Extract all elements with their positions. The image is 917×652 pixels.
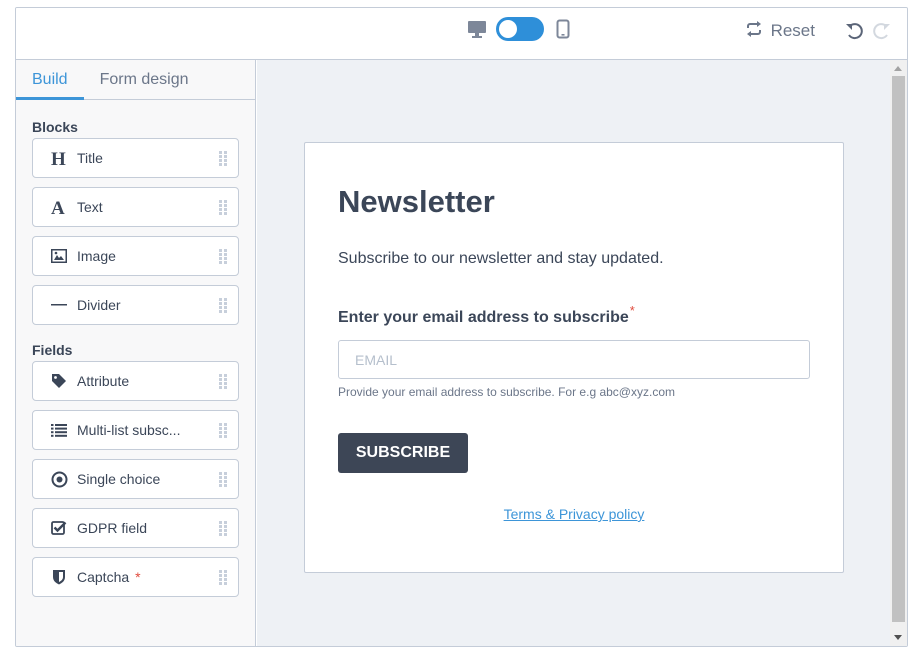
email-input[interactable] xyxy=(338,340,810,379)
drag-handle-icon[interactable] xyxy=(219,423,227,438)
email-label-text: Enter your email address to subscribe xyxy=(338,309,629,326)
top-toolbar: Reset xyxy=(16,8,907,60)
tab-build[interactable]: Build xyxy=(16,60,84,100)
field-label: Multi-list subsc... xyxy=(77,422,181,438)
drag-handle-icon[interactable] xyxy=(219,151,227,166)
field-multi-list[interactable]: Multi-list subsc... xyxy=(32,410,239,450)
tab-form-design[interactable]: Form design xyxy=(84,60,205,99)
block-divider[interactable]: Divider xyxy=(32,285,239,325)
toggle-knob xyxy=(499,20,517,38)
sidebar-tabs: Build Form design xyxy=(16,60,255,100)
desktop-icon[interactable] xyxy=(466,17,488,41)
block-text[interactable]: A Text xyxy=(32,187,239,227)
field-label: Single choice xyxy=(77,471,161,487)
drag-handle-icon[interactable] xyxy=(219,521,227,536)
terms-privacy-link[interactable]: Terms & Privacy policy xyxy=(338,506,810,522)
drag-handle-icon[interactable] xyxy=(219,472,227,487)
mobile-icon[interactable] xyxy=(552,17,574,41)
required-indicator: * xyxy=(135,569,141,585)
field-single-choice[interactable]: Single choice xyxy=(32,459,239,499)
svg-text:H: H xyxy=(51,149,66,167)
drag-handle-icon[interactable] xyxy=(219,570,227,585)
tag-icon xyxy=(49,371,69,391)
scrollbar-thumb[interactable] xyxy=(892,76,905,622)
heading-icon: H xyxy=(49,148,69,168)
field-label: GDPR field xyxy=(77,520,148,536)
required-indicator: * xyxy=(629,303,635,318)
block-image[interactable]: Image xyxy=(32,236,239,276)
drag-handle-icon[interactable] xyxy=(219,249,227,264)
image-icon xyxy=(49,246,69,266)
block-title[interactable]: H Title xyxy=(32,138,239,178)
email-field-label[interactable]: Enter your email address to subscribe* xyxy=(338,303,635,327)
form-builder-window: Reset Build Form design Blocks H Title A… xyxy=(15,7,908,647)
field-gdpr[interactable]: GDPR field xyxy=(32,508,239,548)
block-label: Title xyxy=(77,150,103,166)
list-icon xyxy=(49,420,69,440)
field-captcha[interactable]: Captcha * xyxy=(32,557,239,597)
device-preview-switch xyxy=(466,17,574,41)
sidebar: Build Form design Blocks H Title A Text … xyxy=(16,60,256,646)
block-label: Image xyxy=(77,248,116,264)
drag-handle-icon[interactable] xyxy=(219,298,227,313)
field-attribute[interactable]: Attribute xyxy=(32,361,239,401)
block-label: Text xyxy=(77,199,103,215)
drag-handle-icon[interactable] xyxy=(219,200,227,215)
field-label: Attribute xyxy=(77,373,130,389)
radio-icon xyxy=(49,469,69,489)
form-title[interactable]: Newsletter xyxy=(338,183,810,220)
subscribe-button[interactable]: SUBSCRIBE xyxy=(338,433,468,473)
scroll-down-arrow-icon[interactable] xyxy=(894,635,902,640)
reset-button[interactable]: Reset xyxy=(745,20,815,42)
blocks-heading: Blocks xyxy=(32,119,78,135)
scroll-up-arrow-icon[interactable] xyxy=(894,66,902,71)
form-subtitle[interactable]: Subscribe to our newsletter and stay upd… xyxy=(338,250,810,268)
device-toggle[interactable] xyxy=(496,17,544,41)
checkbox-icon xyxy=(49,518,69,538)
redo-icon[interactable] xyxy=(871,20,893,42)
email-help-text: Provide your email address to subscribe.… xyxy=(338,385,675,399)
field-label: Captcha xyxy=(77,569,130,585)
fields-heading: Fields xyxy=(32,342,73,358)
repeat-icon xyxy=(745,20,763,42)
undo-icon[interactable] xyxy=(843,20,865,42)
form-canvas: Newsletter Subscribe to our newsletter a… xyxy=(257,60,907,646)
svg-text:A: A xyxy=(51,198,65,216)
drag-handle-icon[interactable] xyxy=(219,374,227,389)
history-actions: Reset xyxy=(745,20,893,42)
form-preview-card: Newsletter Subscribe to our newsletter a… xyxy=(304,142,844,573)
text-icon: A xyxy=(49,197,69,217)
reset-label: Reset xyxy=(770,21,815,40)
block-label: Divider xyxy=(77,297,121,313)
shield-icon xyxy=(49,567,69,587)
divider-icon xyxy=(49,295,69,315)
canvas-scrollbar[interactable] xyxy=(890,60,907,646)
